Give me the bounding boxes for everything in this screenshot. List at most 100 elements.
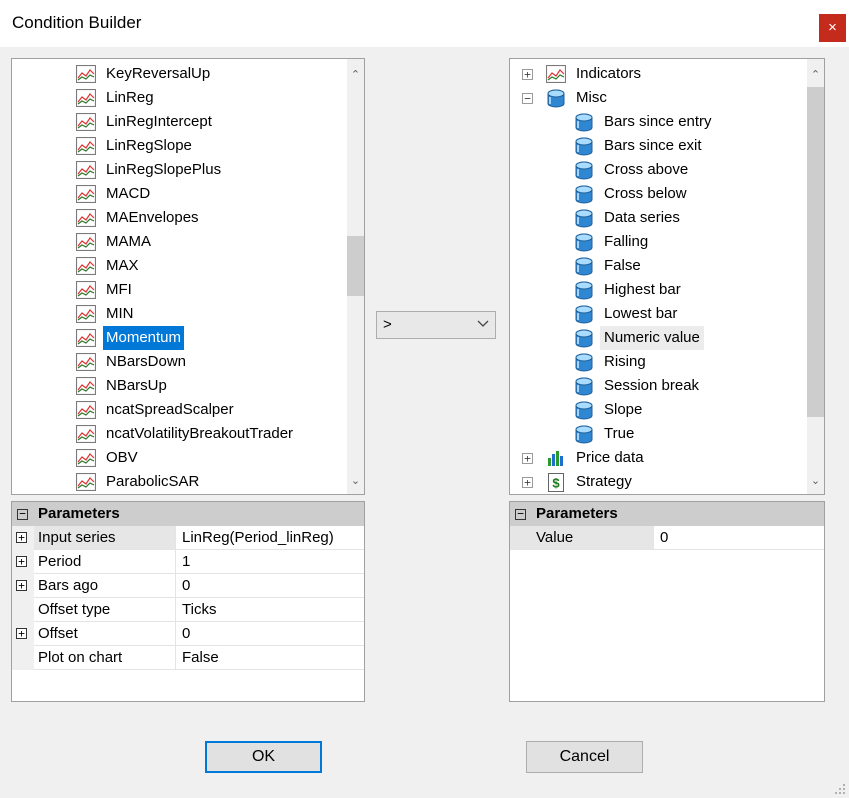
indicator-chart-icon [546,65,566,84]
resize-grip-icon[interactable] [834,783,846,795]
collapse-icon[interactable]: − [515,508,526,520]
collapse-icon[interactable]: − [522,93,533,104]
indicator-list-item-label: MAEnvelopes [106,209,199,226]
parameters-header[interactable]: − Parameters [510,502,824,526]
indicator-list-item-label: Momentum [103,326,185,350]
parameter-row-gutter [12,646,34,670]
scroll-thumb[interactable] [347,236,364,296]
misc-cube-icon [546,89,566,108]
tree-node-label: Rising [604,353,646,370]
expand-icon[interactable]: + [16,628,27,639]
close-icon: × [828,19,837,36]
indicator-list[interactable]: ⌃ ⌄ KeyReversalUp LinReg LinRegIntercept Li… [11,58,365,495]
misc-cube-icon [574,305,594,324]
parameter-value[interactable]: LinReg(Period_linReg) [175,526,364,550]
indicator-list-item-label: MFI [106,281,132,298]
misc-cube-icon [574,113,594,132]
operator-dropdown[interactable]: > [376,311,496,339]
tree-node-label: Cross below [604,185,687,202]
parameter-row-gutter: + [12,526,34,550]
parameter-row[interactable]: Offset type Ticks [12,598,364,622]
parameter-row[interactable]: + Period 1 [12,550,364,574]
expand-icon[interactable]: + [16,580,27,591]
parameter-row-gutter: + [12,550,34,574]
expand-icon[interactable]: + [522,69,533,80]
ok-button[interactable]: OK [205,741,322,773]
tree-node-label: Highest bar [604,281,681,298]
expand-icon[interactable]: + [16,532,27,543]
indicator-chart-icon [76,329,96,347]
tree-node-label: Cross above [604,161,689,178]
misc-cube-icon [574,377,594,396]
scroll-up-arrow-icon[interactable]: ⌃ [347,67,364,84]
svg-text:$: $ [552,476,560,491]
parameter-name: Period [34,550,175,574]
parameter-name: Input series [34,526,175,550]
parameter-row[interactable]: + Offset 0 [12,622,364,646]
indicator-chart-icon [76,137,96,155]
parameters-header[interactable]: − Parameters [12,502,364,526]
parameter-value[interactable]: 0 [175,574,364,598]
indicator-list-scrollbar[interactable]: ⌃ ⌄ [347,59,364,494]
indicator-list-item-label: LinRegIntercept [106,113,212,130]
collapse-icon[interactable]: − [17,508,28,520]
indicator-chart-icon [76,305,96,323]
indicator-list-item-label: KeyReversalUp [106,65,211,82]
indicator-list-item-label: NBarsUp [106,377,167,394]
parameter-row[interactable]: + Bars ago 0 [12,574,364,598]
parameters-header-label: Parameters [536,505,618,522]
misc-cube-icon [574,353,594,372]
expand-icon[interactable]: + [522,477,533,488]
cancel-button[interactable]: Cancel [526,741,643,773]
expand-icon[interactable]: + [16,556,27,567]
indicator-list-item-label: NBarsDown [106,353,187,370]
scroll-down-arrow-icon[interactable]: ⌄ [347,473,364,490]
indicator-chart-icon [76,161,96,179]
misc-cube-icon [574,233,594,252]
indicator-list-item-label: ParabolicSAR [106,473,200,490]
tree-node-label: Bars since entry [604,113,712,130]
scroll-thumb[interactable] [807,87,824,417]
indicator-list-item-label: LinRegSlope [106,137,192,154]
condition-tree-scrollbar[interactable]: ⌃ ⌄ [807,59,824,494]
parameter-value[interactable]: 0 [653,526,824,550]
scroll-up-arrow-icon[interactable]: ⌃ [807,67,824,84]
tree-node-label: False [604,257,641,274]
scroll-down-arrow-icon[interactable]: ⌄ [807,473,824,490]
misc-cube-icon [574,401,594,420]
misc-cube-icon [574,185,594,204]
tree-node-label: Session break [604,377,700,394]
misc-cube-icon [574,137,594,156]
parameter-value[interactable]: 1 [175,550,364,574]
indicator-chart-icon [76,401,96,419]
parameter-row[interactable]: Plot on chart False [12,646,364,670]
condition-tree[interactable]: ⌃ ⌄ + Indicators − Misc Bars since entry Bars… [509,58,825,495]
misc-cube-icon [574,161,594,180]
parameter-name: Offset [34,622,175,646]
expand-icon[interactable]: + [522,453,533,464]
tree-node-label: Price data [576,449,644,466]
parameter-value[interactable]: 0 [175,622,364,646]
parameter-name: Value [510,526,653,550]
parameter-row[interactable]: + Input series LinReg(Period_linReg) [12,526,364,550]
right-parameters-grid: − Parameters Value 0 [509,501,825,702]
tree-node-label: Lowest bar [604,305,678,322]
parameter-name: Offset type [34,598,175,622]
indicator-list-item-label: LinReg [106,89,154,106]
price-bars-icon [546,449,566,468]
parameter-value[interactable]: Ticks [175,598,364,622]
indicator-chart-icon [76,473,96,491]
parameter-row[interactable]: Value 0 [510,526,824,550]
tree-node-label: Data series [604,209,680,226]
indicator-list-item-label: OBV [106,449,138,466]
indicator-chart-icon [76,185,96,203]
indicator-chart-icon [76,257,96,275]
indicator-chart-icon [76,89,96,107]
close-button[interactable]: × [819,14,846,42]
parameter-value[interactable]: False [175,646,364,670]
tree-node-label: Slope [604,401,643,418]
indicator-list-item-label: MAMA [106,233,151,250]
indicator-list-item-label: ncatVolatilityBreakoutTrader [106,425,294,442]
indicator-chart-icon [76,209,96,227]
indicator-list-item-label: MIN [106,305,134,322]
